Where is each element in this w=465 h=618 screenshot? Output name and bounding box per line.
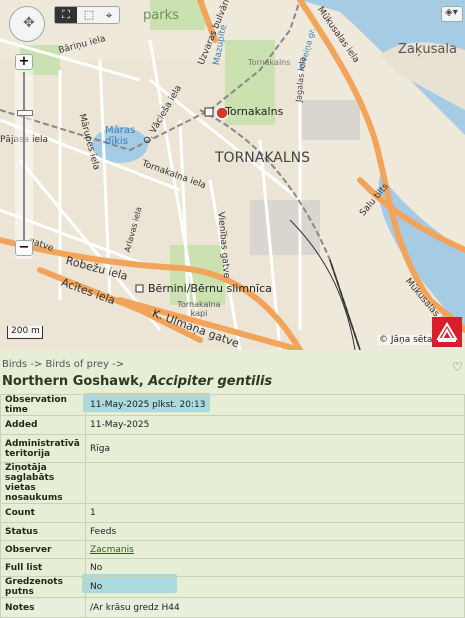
row-key: Count: [0, 503, 86, 523]
row-key: Observation time: [0, 394, 86, 416]
observation-details-table: Observation time 11-May-2025 plkst. 20:1…: [0, 394, 465, 618]
row-value: 1: [85, 503, 465, 523]
favorite-heart-icon[interactable]: ♡: [452, 360, 463, 374]
map-label-tornakalns-district: TORNAKALNS: [215, 150, 311, 166]
table-row: Observation time 11-May-2025 plkst. 20:1…: [0, 394, 465, 416]
fullscreen-tool-button[interactable]: ⛶: [55, 7, 77, 23]
row-value: Feeds: [85, 522, 465, 541]
layers-button[interactable]: ◈▾: [441, 6, 463, 22]
map-label-tornakalna-kapi: Tornakalna kapi: [177, 300, 221, 318]
row-key: Ziņotāja saglabāts vietas nosaukums: [0, 462, 86, 504]
breadcrumb[interactable]: Birds -> Birds of prey ->: [2, 359, 124, 370]
observer-link[interactable]: Zacmanis: [90, 545, 134, 555]
zoom-out-button[interactable]: −: [15, 240, 33, 256]
zoom-slider-handle[interactable]: [17, 110, 33, 116]
jana-seta-logo[interactable]: [432, 317, 462, 347]
map-label-tornakalns-station: Tornakalns: [225, 105, 284, 118]
compass-control[interactable]: ✥: [9, 6, 45, 42]
species-common-name: Northern Goshawk,: [2, 374, 144, 389]
logo-icon: [436, 322, 458, 342]
row-value-cell: Zacmanis: [85, 540, 465, 559]
table-row: Gredzenots putns No: [0, 576, 465, 598]
table-row: Notes /Ar krāsu gredz H44: [0, 597, 465, 618]
row-key: Added: [0, 415, 86, 435]
row-key: Observer: [0, 540, 86, 559]
table-row: Added 11-May-2025: [0, 415, 465, 435]
row-value: No: [85, 558, 465, 577]
map-label-tornakalns-top: Tornakalns: [248, 58, 291, 67]
table-row: Full list No: [0, 558, 465, 577]
table-row: Administratīvā teritorija Rīga: [0, 434, 465, 463]
map-label-zakusala: Zaķusala: [398, 42, 457, 57]
scale-label: 200 m: [11, 326, 40, 336]
species-latin-name: Accipiter gentilis: [148, 374, 273, 389]
row-key: Notes: [0, 597, 86, 618]
layers-icon: ◈▾: [445, 7, 458, 18]
row-value: [85, 462, 465, 504]
map-label-maras-dikis: Māras dīķis: [105, 125, 136, 147]
table-row: Status Feeds: [0, 522, 465, 541]
row-key: Full list: [0, 558, 86, 577]
row-key: Gredzenots putns: [0, 576, 86, 598]
map-label-biernu-slimnica: Bērnini/Bērnu slimnīca: [148, 282, 272, 295]
map-tool-bar: ⛶ ⬚ ⌖: [54, 6, 120, 24]
species-title: Northern Goshawk, Accipiter gentilis: [2, 374, 272, 389]
row-value: 11-May-2025: [85, 415, 465, 435]
table-row: Ziņotāja saglabāts vietas nosaukums: [0, 462, 465, 504]
scale-bar: 200 m: [7, 326, 43, 339]
table-row: Count 1: [0, 503, 465, 523]
row-value: Rīga: [85, 434, 465, 463]
zoom-slider-track[interactable]: [23, 72, 25, 240]
map-attribution[interactable]: © Jāņa sēta: [377, 335, 435, 345]
locate-tool-button[interactable]: ⌖: [99, 7, 119, 23]
table-row: Observer Zacmanis: [0, 540, 465, 559]
row-value: No: [85, 576, 465, 598]
zoom-control: + −: [15, 54, 33, 259]
select-area-tool-button[interactable]: ⬚: [79, 7, 99, 23]
map-view[interactable]: parks Bāriņu iela Uzvaras bulvāris Mazup…: [0, 0, 465, 350]
map-label-parks: parks: [143, 8, 179, 23]
row-value: 11-May-2025 plkst. 20:13: [85, 394, 465, 416]
row-key: Status: [0, 522, 86, 541]
row-value: /Ar krāsu gredz H44: [85, 597, 465, 618]
row-key: Administratīvā teritorija: [0, 434, 86, 463]
compass-icon: ✥: [23, 15, 35, 31]
zoom-in-button[interactable]: +: [15, 54, 33, 70]
